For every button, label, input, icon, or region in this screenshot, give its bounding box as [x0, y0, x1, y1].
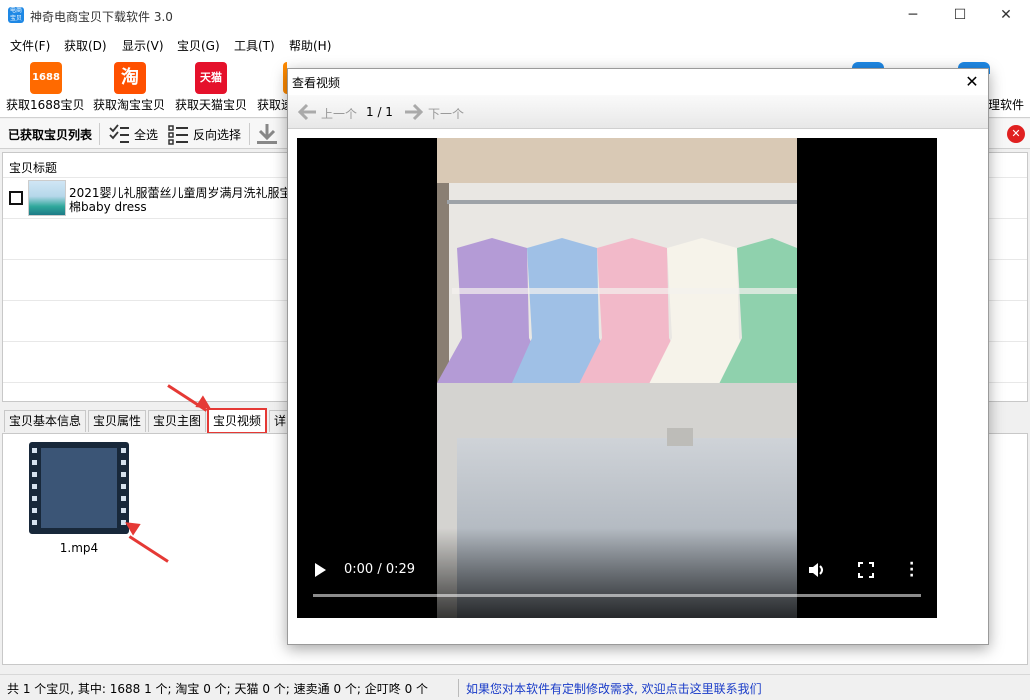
row-checkbox[interactable] [9, 191, 23, 205]
dialog-close-button[interactable]: ✕ [960, 71, 984, 93]
dialog-title-bar: 查看视频 ✕ [288, 69, 988, 95]
volume-icon[interactable] [807, 561, 827, 579]
fetch-taobao-label: 获取淘宝宝贝 [93, 98, 166, 112]
next-label: 下一个 [428, 107, 465, 121]
tmall-icon: 天猫 [195, 62, 227, 94]
page-indicator: 1 / 1 [366, 105, 393, 119]
video-dialog: 查看视频 ✕ 上一个 1 / 1 下一个 0:00 / 0:29 · · · [287, 68, 989, 645]
tab-video[interactable]: 宝贝视频 [207, 408, 268, 434]
fetch-aliexpress-button[interactable]: 获取速 [257, 56, 287, 116]
divider [99, 123, 100, 145]
status-summary: 共 1 个宝贝, 其中: 1688 1 个; 淘宝 0 个; 天猫 0 个; 速… [7, 682, 429, 696]
close-button[interactable]: ✕ [983, 0, 1029, 32]
status-bar: 共 1 个宝贝, 其中: 1688 1 个; 淘宝 0 个; 天猫 0 个; 速… [0, 674, 1030, 700]
maximize-button[interactable]: ☐ [937, 0, 983, 32]
item-thumbnail [28, 180, 66, 216]
item-title-line2: 棉baby dress [69, 200, 147, 214]
title-bar: 电商宝贝 神奇电商宝贝下载软件 3.0 ─ ☐ ✕ [0, 0, 1030, 32]
column-header-title: 宝贝标题 [9, 161, 58, 175]
minimize-button[interactable]: ─ [890, 0, 936, 32]
taobao-icon: 淘 [114, 62, 146, 94]
clear-icon[interactable]: ✕ [1007, 125, 1025, 143]
menu-fetch[interactable]: 获取(D) [64, 37, 107, 54]
menu-bar: 文件(F) 获取(D) 显示(V) 宝贝(G) 工具(T) 帮助(H) [0, 32, 1030, 56]
dialog-title: 查看视频 [292, 76, 341, 90]
arrow-right-icon [405, 103, 424, 121]
window-title: 神奇电商宝贝下载软件 3.0 [30, 10, 173, 24]
invert-selection-button[interactable]: 反向选择 [166, 122, 244, 146]
video-player[interactable]: 0:00 / 0:29 · · · [297, 138, 937, 618]
tab-main-images[interactable]: 宝贝主图 [148, 410, 207, 432]
download-icon[interactable] [254, 122, 280, 146]
contact-link[interactable]: 如果您对本软件有定制修改需求, 欢迎点击这里联系我们 [466, 680, 762, 697]
divider [458, 679, 459, 697]
fullscreen-icon[interactable] [858, 562, 874, 578]
menu-help[interactable]: 帮助(H) [289, 37, 331, 54]
tab-basic-info[interactable]: 宝贝基本信息 [4, 410, 87, 432]
prev-label: 上一个 [321, 107, 358, 121]
menu-tools[interactable]: 工具(T) [234, 37, 275, 54]
fetch-taobao-button[interactable]: 淘 获取淘宝宝贝 [93, 56, 169, 116]
app-icon: 电商宝贝 [8, 7, 24, 23]
invert-selection-label: 反向选择 [193, 128, 242, 142]
arrow-left-icon [297, 103, 316, 121]
tab-attributes[interactable]: 宝贝属性 [88, 410, 147, 432]
video-time: 0:00 / 0:29 [344, 562, 416, 577]
video-file-item[interactable]: 1.mp4 [27, 440, 131, 555]
divider [249, 123, 250, 145]
search-field-edge [988, 125, 1006, 143]
fetch-aliexpress-label: 获取速 [257, 98, 287, 112]
manage-software-label[interactable]: 理软件 [988, 96, 1024, 113]
fetch-tmall-label: 获取天猫宝贝 [175, 98, 248, 112]
next-button[interactable]: 下一个 [403, 102, 469, 122]
more-options-icon[interactable]: · · · [909, 557, 914, 583]
menu-view[interactable]: 显示(V) [122, 37, 164, 54]
progress-bar[interactable] [313, 594, 921, 597]
menu-file[interactable]: 文件(F) [10, 37, 50, 54]
video-frame [297, 138, 937, 618]
checklist-icon [109, 124, 129, 143]
list-title: 已获取宝贝列表 [8, 128, 93, 142]
fetch-1688-label: 获取1688宝贝 [6, 98, 85, 112]
video-file-icon [29, 442, 129, 534]
select-all-label: 全选 [134, 128, 159, 142]
menu-item[interactable]: 宝贝(G) [177, 37, 220, 54]
play-icon[interactable] [315, 563, 326, 577]
select-all-button[interactable]: 全选 [106, 122, 160, 146]
prev-button[interactable]: 上一个 [296, 102, 362, 122]
video-file-name: 1.mp4 [59, 541, 99, 555]
dialog-navigation: 上一个 1 / 1 下一个 [288, 95, 988, 129]
logo-1688-icon: 1688 [30, 62, 62, 94]
fetch-1688-button[interactable]: 1688 获取1688宝贝 [6, 56, 86, 116]
invert-list-icon [168, 125, 188, 145]
fetch-tmall-button[interactable]: 天猫 获取天猫宝贝 [175, 56, 251, 116]
